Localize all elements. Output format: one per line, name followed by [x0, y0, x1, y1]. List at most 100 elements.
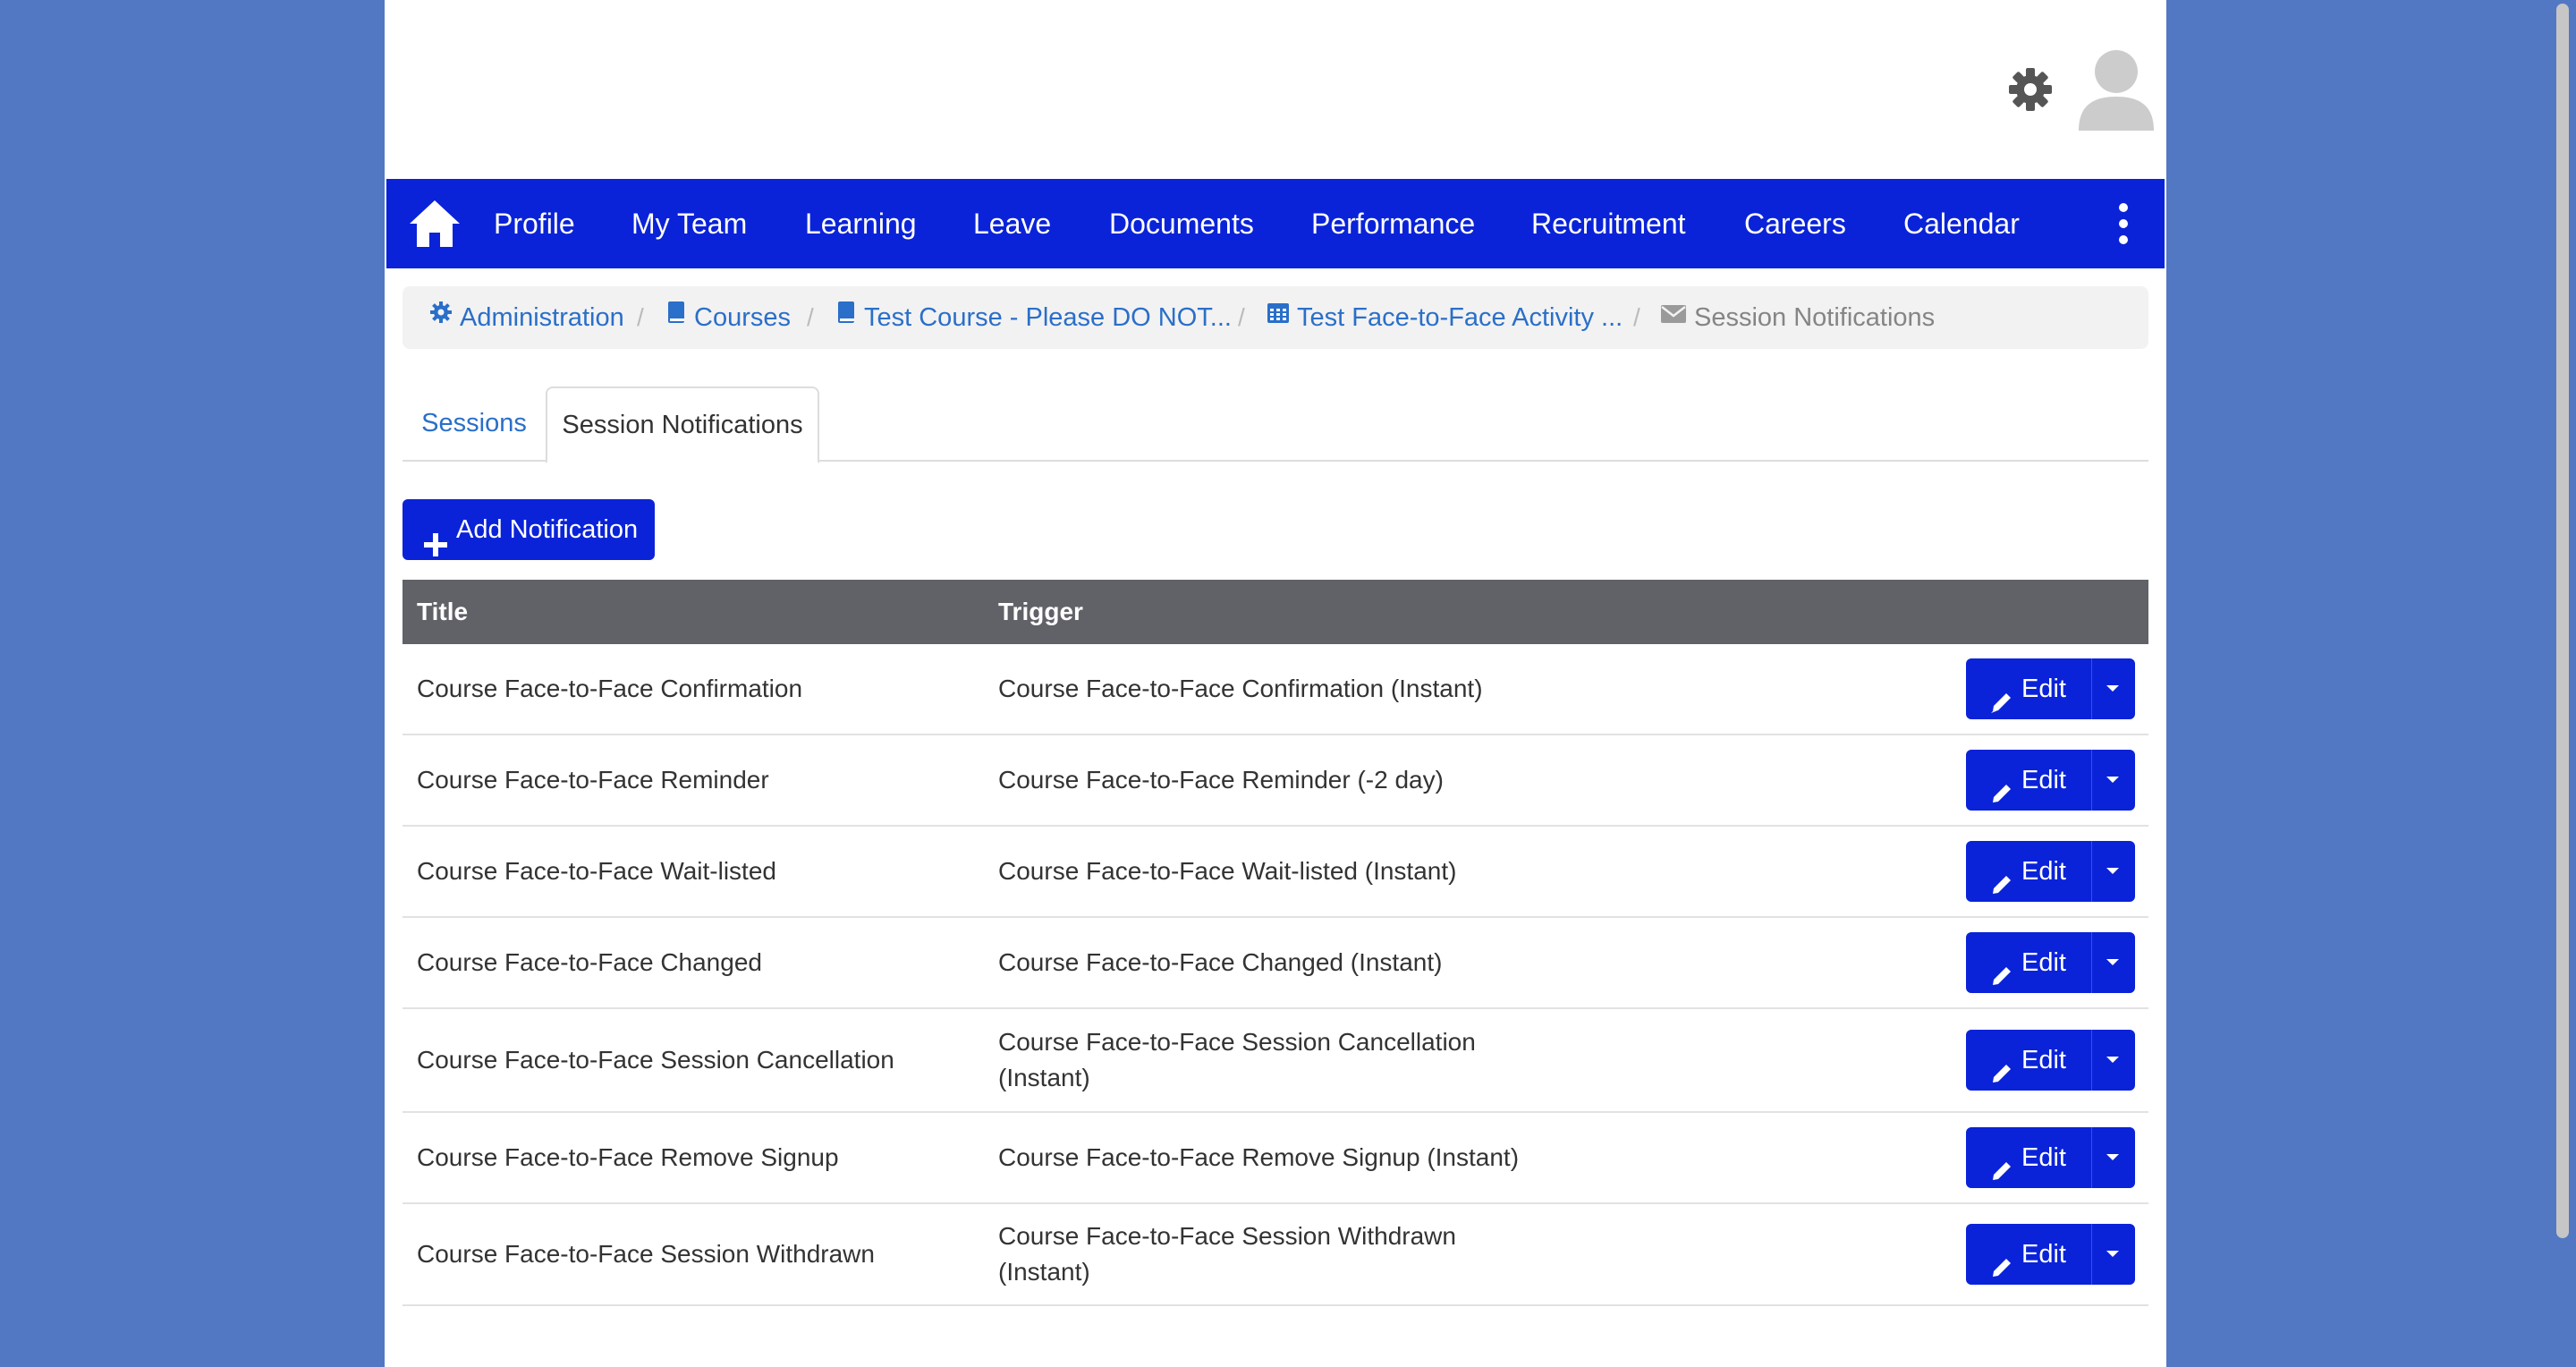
column-header-title: Title: [417, 598, 469, 625]
pencil-icon: [1989, 1048, 2014, 1083]
edit-dropdown-toggle[interactable]: [2091, 1030, 2135, 1091]
plus-icon: [424, 518, 447, 556]
chevron-down-icon: [2106, 959, 2119, 965]
breadcrumb-label: Test Face-to-Face Activity ...: [1297, 303, 1623, 332]
pencil-icon: [1989, 1242, 2014, 1277]
table-row: Course Face-to-Face Confirmation Course …: [402, 644, 2148, 735]
notification-trigger: Course Face-to-Face Remove Signup (Insta…: [998, 1143, 1520, 1171]
edit-button[interactable]: Edit: [1966, 1030, 2091, 1091]
top-header: [385, 0, 2166, 179]
edit-dropdown-toggle[interactable]: [2091, 932, 2135, 993]
nav-item-calendar[interactable]: Calendar: [1903, 179, 2020, 268]
notification-trigger: Course Face-to-Face Session Cancellation…: [998, 1028, 1476, 1091]
edit-label: Edit: [2021, 1046, 2066, 1074]
nav-item-learning[interactable]: Learning: [805, 179, 917, 268]
nav-item-performance[interactable]: Performance: [1311, 179, 1475, 268]
table-row: Course Face-to-Face Session Withdrawn Co…: [402, 1204, 2148, 1306]
nav-item-leave[interactable]: Leave: [973, 179, 1051, 268]
table-row: Course Face-to-Face Session Cancellation…: [402, 1009, 2148, 1113]
edit-button[interactable]: Edit: [1966, 658, 2091, 719]
nav-item-profile[interactable]: Profile: [494, 179, 575, 268]
table-header: Title Trigger: [402, 580, 2148, 644]
edit-dropdown-toggle[interactable]: [2091, 841, 2135, 902]
edit-button-group: Edit: [1966, 658, 2135, 719]
pencil-icon: [1989, 1145, 2014, 1180]
edit-dropdown-toggle[interactable]: [2091, 750, 2135, 811]
notification-trigger: Course Face-to-Face Changed (Instant): [998, 948, 1443, 976]
notification-trigger: Course Face-to-Face Session Withdrawn (I…: [998, 1222, 1456, 1286]
breadcrumb-item-session-notifications: Session Notifications: [1660, 286, 1935, 349]
edit-button[interactable]: Edit: [1966, 1127, 2091, 1188]
tab-sessions[interactable]: Sessions: [404, 386, 544, 460]
nav-item-careers[interactable]: Careers: [1744, 179, 1846, 268]
notification-title: Course Face-to-Face Wait-listed: [417, 857, 776, 885]
breadcrumb-item-test-course[interactable]: Test Course - Please DO NOT...: [835, 286, 1232, 349]
add-notification-label: Add Notification: [456, 515, 639, 544]
chevron-down-icon: [2106, 777, 2119, 783]
edit-button-group: Edit: [1966, 1030, 2135, 1091]
scrollbar-thumb[interactable]: [2556, 4, 2569, 1238]
home-icon[interactable]: [406, 197, 463, 250]
main-navbar: Profile My Team Learning Leave Documents…: [386, 179, 2165, 268]
edit-dropdown-toggle[interactable]: [2091, 1224, 2135, 1285]
page-scrollbar[interactable]: [2551, 0, 2576, 1367]
notification-trigger: Course Face-to-Face Wait-listed (Instant…: [998, 857, 1457, 885]
edit-button-group: Edit: [1966, 750, 2135, 811]
breadcrumb-item-administration[interactable]: Administration: [429, 286, 624, 349]
notification-title: Course Face-to-Face Reminder: [417, 766, 769, 794]
kebab-menu-icon[interactable]: [2104, 197, 2143, 250]
breadcrumb-separator: /: [1633, 303, 1640, 331]
calendar-icon: [1267, 284, 1290, 347]
edit-button-group: Edit: [1966, 1127, 2135, 1188]
notification-title: Course Face-to-Face Session Cancellation: [417, 1046, 894, 1074]
chevron-down-icon: [2106, 1057, 2119, 1063]
notification-title: Course Face-to-Face Changed: [417, 948, 762, 976]
add-notification-button[interactable]: Add Notification: [402, 499, 655, 560]
edit-label: Edit: [2021, 675, 2066, 703]
edit-label: Edit: [2021, 1143, 2066, 1172]
breadcrumb-label: Administration: [460, 303, 624, 332]
chevron-down-icon: [2106, 685, 2119, 692]
breadcrumb-label: Session Notifications: [1694, 303, 1936, 332]
settings-gear-icon[interactable]: [1995, 54, 2066, 125]
envelope-icon: [1660, 284, 1687, 347]
notification-trigger: Course Face-to-Face Reminder (-2 day): [998, 766, 1444, 794]
notification-trigger: Course Face-to-Face Confirmation (Instan…: [998, 675, 1483, 702]
column-header-trigger: Trigger: [998, 598, 1083, 625]
chevron-down-icon: [2106, 1154, 2119, 1160]
gear-icon: [429, 284, 453, 347]
book-icon: [665, 284, 687, 347]
table-row: Course Face-to-Face Changed Course Face-…: [402, 918, 2148, 1009]
notification-title: Course Face-to-Face Remove Signup: [417, 1143, 839, 1171]
nav-item-documents[interactable]: Documents: [1109, 179, 1254, 268]
table-row: Course Face-to-Face Wait-listed Course F…: [402, 827, 2148, 918]
edit-dropdown-toggle[interactable]: [2091, 1127, 2135, 1188]
edit-button[interactable]: Edit: [1966, 750, 2091, 811]
breadcrumb-separator: /: [1238, 303, 1245, 331]
edit-label: Edit: [2021, 766, 2066, 794]
breadcrumb-label: Test Course - Please DO NOT...: [864, 303, 1232, 332]
chevron-down-icon: [2106, 868, 2119, 874]
pencil-icon: [1989, 768, 2014, 802]
page-container: Profile My Team Learning Leave Documents…: [385, 0, 2166, 1367]
pencil-icon: [1989, 676, 2014, 713]
notification-title: Course Face-to-Face Confirmation: [417, 675, 803, 702]
nav-item-my-team[interactable]: My Team: [631, 179, 747, 268]
edit-button-group: Edit: [1966, 932, 2135, 993]
tab-session-notifications[interactable]: Session Notifications: [546, 386, 819, 463]
notification-title: Course Face-to-Face Session Withdrawn: [417, 1240, 875, 1268]
edit-dropdown-toggle[interactable]: [2091, 658, 2135, 719]
chevron-down-icon: [2106, 1251, 2119, 1257]
edit-button[interactable]: Edit: [1966, 841, 2091, 902]
edit-button[interactable]: Edit: [1966, 932, 2091, 993]
user-avatar-icon[interactable]: [2066, 43, 2166, 132]
table-row: Course Face-to-Face Reminder Course Face…: [402, 735, 2148, 827]
breadcrumb-separator: /: [637, 303, 644, 331]
edit-button[interactable]: Edit: [1966, 1224, 2091, 1285]
edit-label: Edit: [2021, 948, 2066, 977]
nav-item-recruitment[interactable]: Recruitment: [1531, 179, 1686, 268]
table-row: Course Face-to-Face Remove Signup Course…: [402, 1113, 2148, 1204]
breadcrumb-item-activity[interactable]: Test Face-to-Face Activity ...: [1267, 286, 1623, 349]
edit-button-group: Edit: [1966, 841, 2135, 902]
breadcrumb-item-courses[interactable]: Courses: [665, 286, 791, 349]
